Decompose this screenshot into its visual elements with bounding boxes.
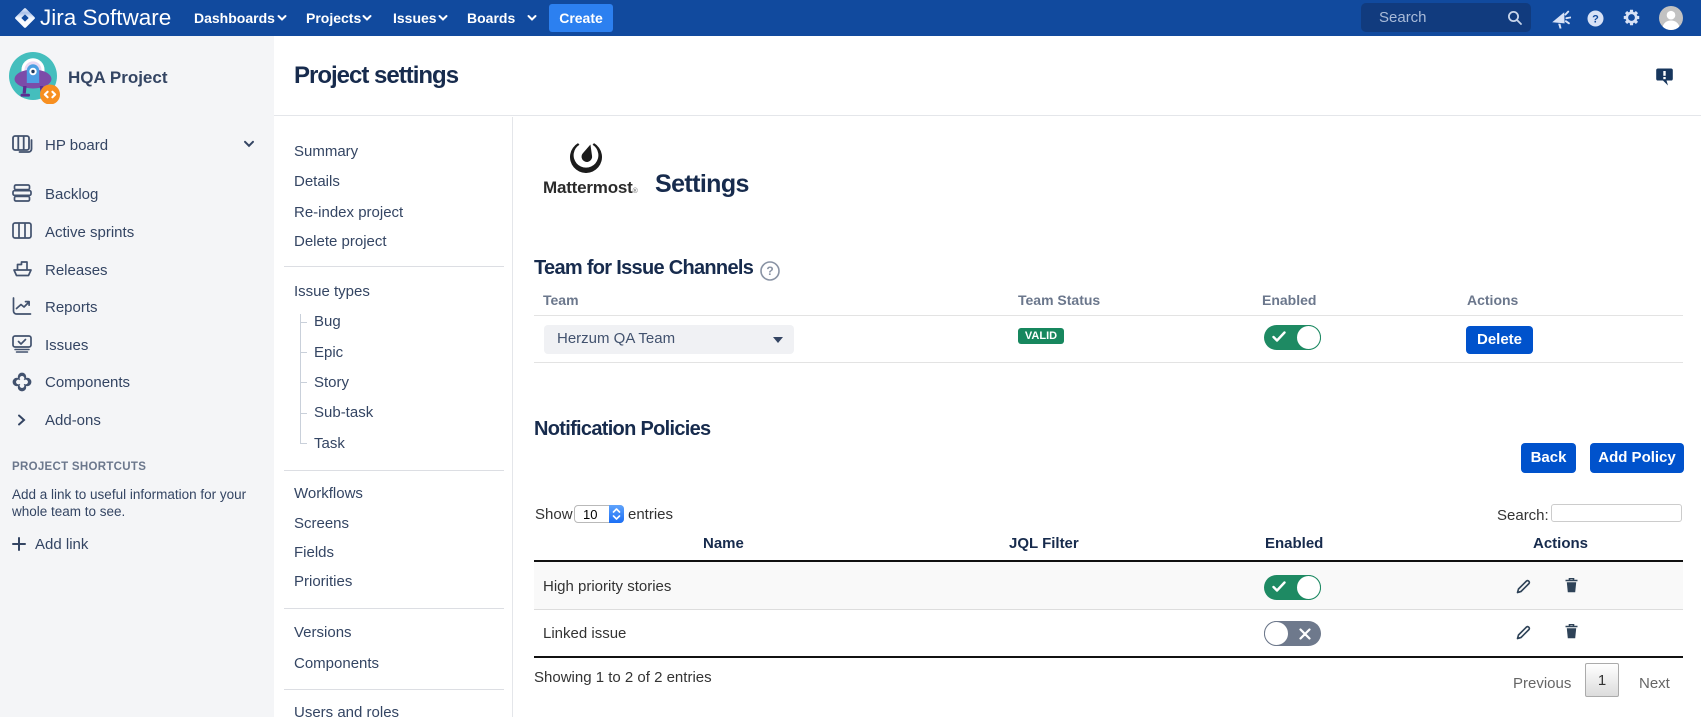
svg-text:?: ?	[766, 264, 773, 278]
svg-text:?: ?	[1592, 13, 1599, 25]
